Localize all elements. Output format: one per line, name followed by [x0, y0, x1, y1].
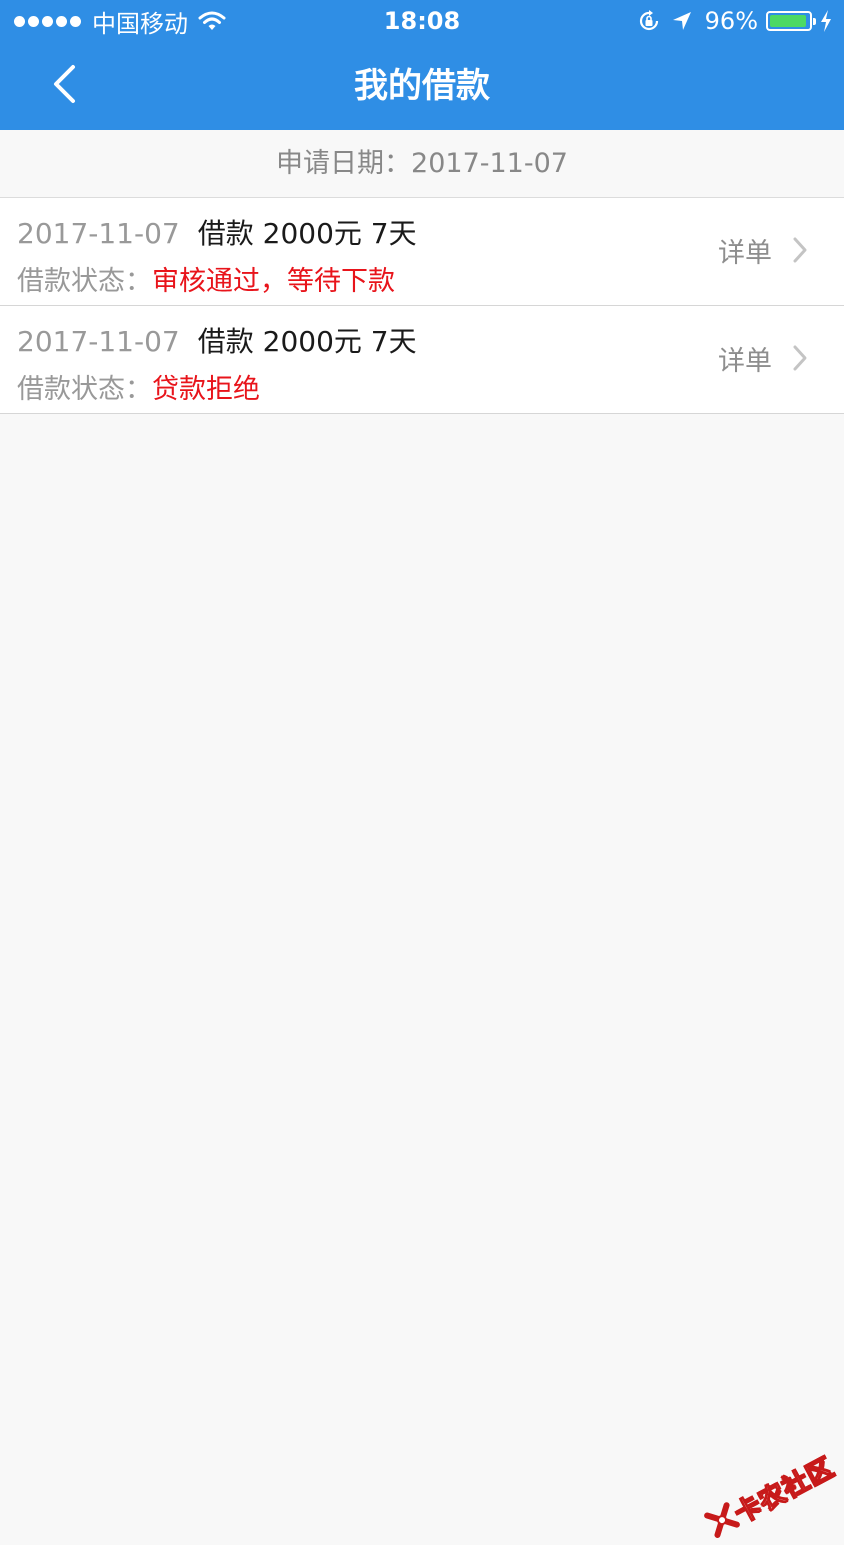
chevron-right-icon	[792, 344, 808, 372]
detail-label: 详单	[718, 345, 772, 377]
status-value: 贷款拒绝	[152, 374, 260, 405]
loan-status: 借款状态：审核通过，等待下款	[17, 259, 395, 298]
detail-button[interactable]: 详单	[718, 336, 808, 380]
date-section-header: 申请日期：2017-11-07	[0, 130, 844, 198]
loan-row[interactable]: 2017-11-07 借款 2000元 7天 借款状态：审核通过，等待下款 详单	[0, 198, 844, 306]
battery-fill	[770, 15, 807, 27]
detail-label: 详单	[718, 237, 772, 269]
detail-button[interactable]: 详单	[718, 228, 808, 272]
loan-summary: 2017-11-07 借款 2000元 7天	[17, 320, 417, 360]
battery-icon	[766, 11, 816, 31]
status-bar: 中国移动 18:08 96%	[0, 0, 844, 42]
loan-row[interactable]: 2017-11-07 借款 2000元 7天 借款状态：贷款拒绝 详单	[0, 306, 844, 414]
watermark: 卡农社区	[701, 1447, 840, 1544]
watermark-text: 卡农社区	[730, 1452, 840, 1530]
loan-list: 2017-11-07 借款 2000元 7天 借款状态：审核通过，等待下款 详单 …	[0, 198, 844, 414]
battery-percent: 96%	[704, 7, 758, 35]
loan-description: 借款 2000元 7天	[197, 325, 417, 358]
page-title: 我的借款	[354, 66, 490, 106]
loan-description: 借款 2000元 7天	[197, 217, 417, 250]
loan-date: 2017-11-07	[17, 217, 180, 250]
charging-bolt-icon	[820, 10, 832, 32]
location-arrow-icon	[671, 10, 693, 32]
rotation-lock-icon	[637, 9, 661, 33]
chevron-right-icon	[792, 236, 808, 264]
loan-summary: 2017-11-07 借款 2000元 7天	[17, 212, 417, 252]
nav-bar: 我的借款	[0, 42, 844, 130]
status-value: 审核通过，等待下款	[152, 266, 395, 297]
status-right: 96%	[627, 6, 832, 36]
app-header: 中国移动 18:08 96% 我的借款	[0, 0, 844, 130]
status-label: 借款状态：	[17, 374, 152, 405]
loan-date: 2017-11-07	[17, 325, 180, 358]
loan-status: 借款状态：贷款拒绝	[17, 367, 260, 406]
status-label: 借款状态：	[17, 266, 152, 297]
